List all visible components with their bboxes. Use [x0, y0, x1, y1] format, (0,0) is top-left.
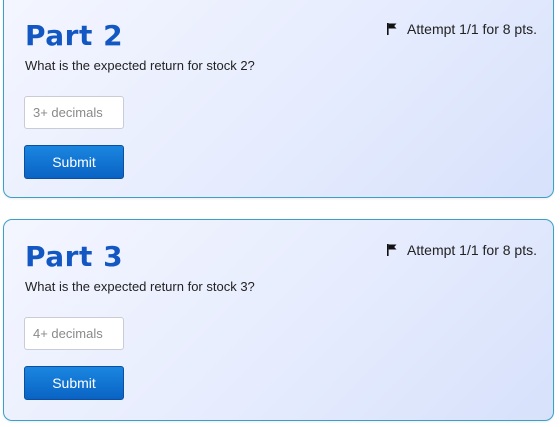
answer-input[interactable] — [24, 317, 124, 350]
attempt-text: Attempt 1/1 for 8 pts. — [407, 242, 537, 258]
attempt-text: Attempt 1/1 for 8 pts. — [407, 21, 537, 37]
flag-icon — [387, 244, 397, 256]
answer-input[interactable] — [24, 96, 124, 129]
flag-icon — [387, 23, 397, 35]
question-text: What is the expected return for stock 2? — [25, 58, 255, 73]
part-3-card: Part 3 Attempt 1/1 for 8 pts. What is th… — [3, 219, 554, 421]
submit-button[interactable]: Submit — [24, 366, 124, 400]
part-2-card: Part 2 Attempt 1/1 for 8 pts. What is th… — [3, 0, 554, 198]
attempt-info: Attempt 1/1 for 8 pts. — [387, 242, 537, 258]
question-text: What is the expected return for stock 3? — [25, 279, 255, 294]
part-title: Part 3 — [25, 240, 124, 273]
attempt-info: Attempt 1/1 for 8 pts. — [387, 21, 537, 37]
submit-button[interactable]: Submit — [24, 145, 124, 179]
part-title: Part 2 — [25, 19, 124, 52]
